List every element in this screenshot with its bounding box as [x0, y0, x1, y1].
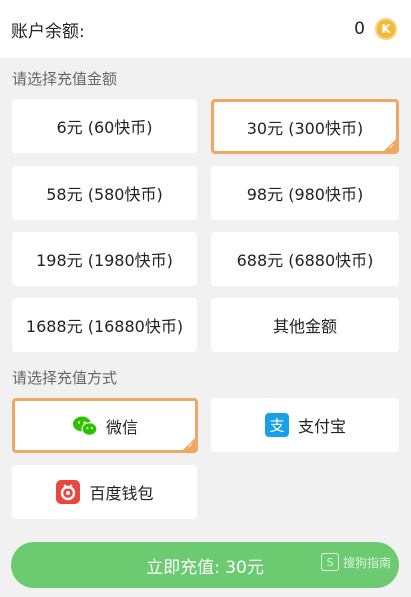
amount-option-label: 58元 (580快币) — [46, 185, 163, 204]
watermark: S 搜狗指南 — [320, 553, 391, 571]
amount-option-label: 30元 (300快币) — [246, 118, 364, 138]
amount-option-30[interactable]: 30元 (300快币) ✓ — [211, 99, 399, 154]
watermark-text: 搜狗指南 — [342, 555, 391, 570]
checkmark-icon: ✓ — [187, 441, 194, 450]
balance-display: 0 K — [354, 18, 397, 40]
wechat-icon — [72, 413, 98, 439]
baidu-wallet-icon — [55, 479, 81, 505]
balance-bar: 账户余额: 0 K — [0, 0, 411, 58]
amount-section-title: 请选择充值金额 — [12, 70, 118, 88]
amount-option-other[interactable]: 其他金额 — [211, 298, 399, 352]
method-section-title: 请选择充值方式 — [12, 369, 118, 387]
amount-option-58[interactable]: 58元 (580快币) — [12, 166, 197, 220]
payment-method-label: 微信 — [105, 417, 138, 437]
amount-option-label: 1688元 (16880快币) — [25, 317, 184, 336]
payment-method-baidu-wallet[interactable]: 百度钱包 — [12, 465, 197, 519]
balance-label: 账户余额: — [11, 21, 85, 42]
alipay-icon: 支 — [264, 412, 290, 438]
payment-method-label: 百度钱包 — [89, 484, 154, 503]
amount-option-688[interactable]: 688元 (6880快币) — [211, 232, 399, 286]
payment-method-alipay[interactable]: 支 支付宝 — [211, 398, 399, 452]
amount-option-98[interactable]: 98元 (980快币) — [211, 166, 399, 220]
watermark-logo-icon: S — [320, 553, 339, 571]
payment-method-label: 支付宝 — [297, 417, 346, 436]
amount-option-label: 其他金额 — [272, 317, 337, 336]
amount-option-label: 6元 (60快币) — [56, 118, 153, 137]
amount-option-label: 98元 (980快币) — [246, 185, 364, 204]
svg-text:支: 支 — [269, 417, 284, 435]
amount-option-label: 198元 (1980快币) — [36, 251, 173, 270]
payment-method-wechat[interactable]: 微信 ✓ — [12, 398, 198, 453]
amount-option-1688[interactable]: 1688元 (16880快币) — [12, 298, 197, 352]
amount-option-6[interactable]: 6元 (60快币) — [12, 99, 197, 153]
amount-option-198[interactable]: 198元 (1980快币) — [12, 232, 197, 286]
checkmark-icon: ✓ — [388, 142, 395, 151]
coin-icon: K — [375, 18, 397, 40]
amount-option-label: 688元 (6880快币) — [236, 251, 374, 270]
balance-value: 0 — [354, 19, 365, 39]
